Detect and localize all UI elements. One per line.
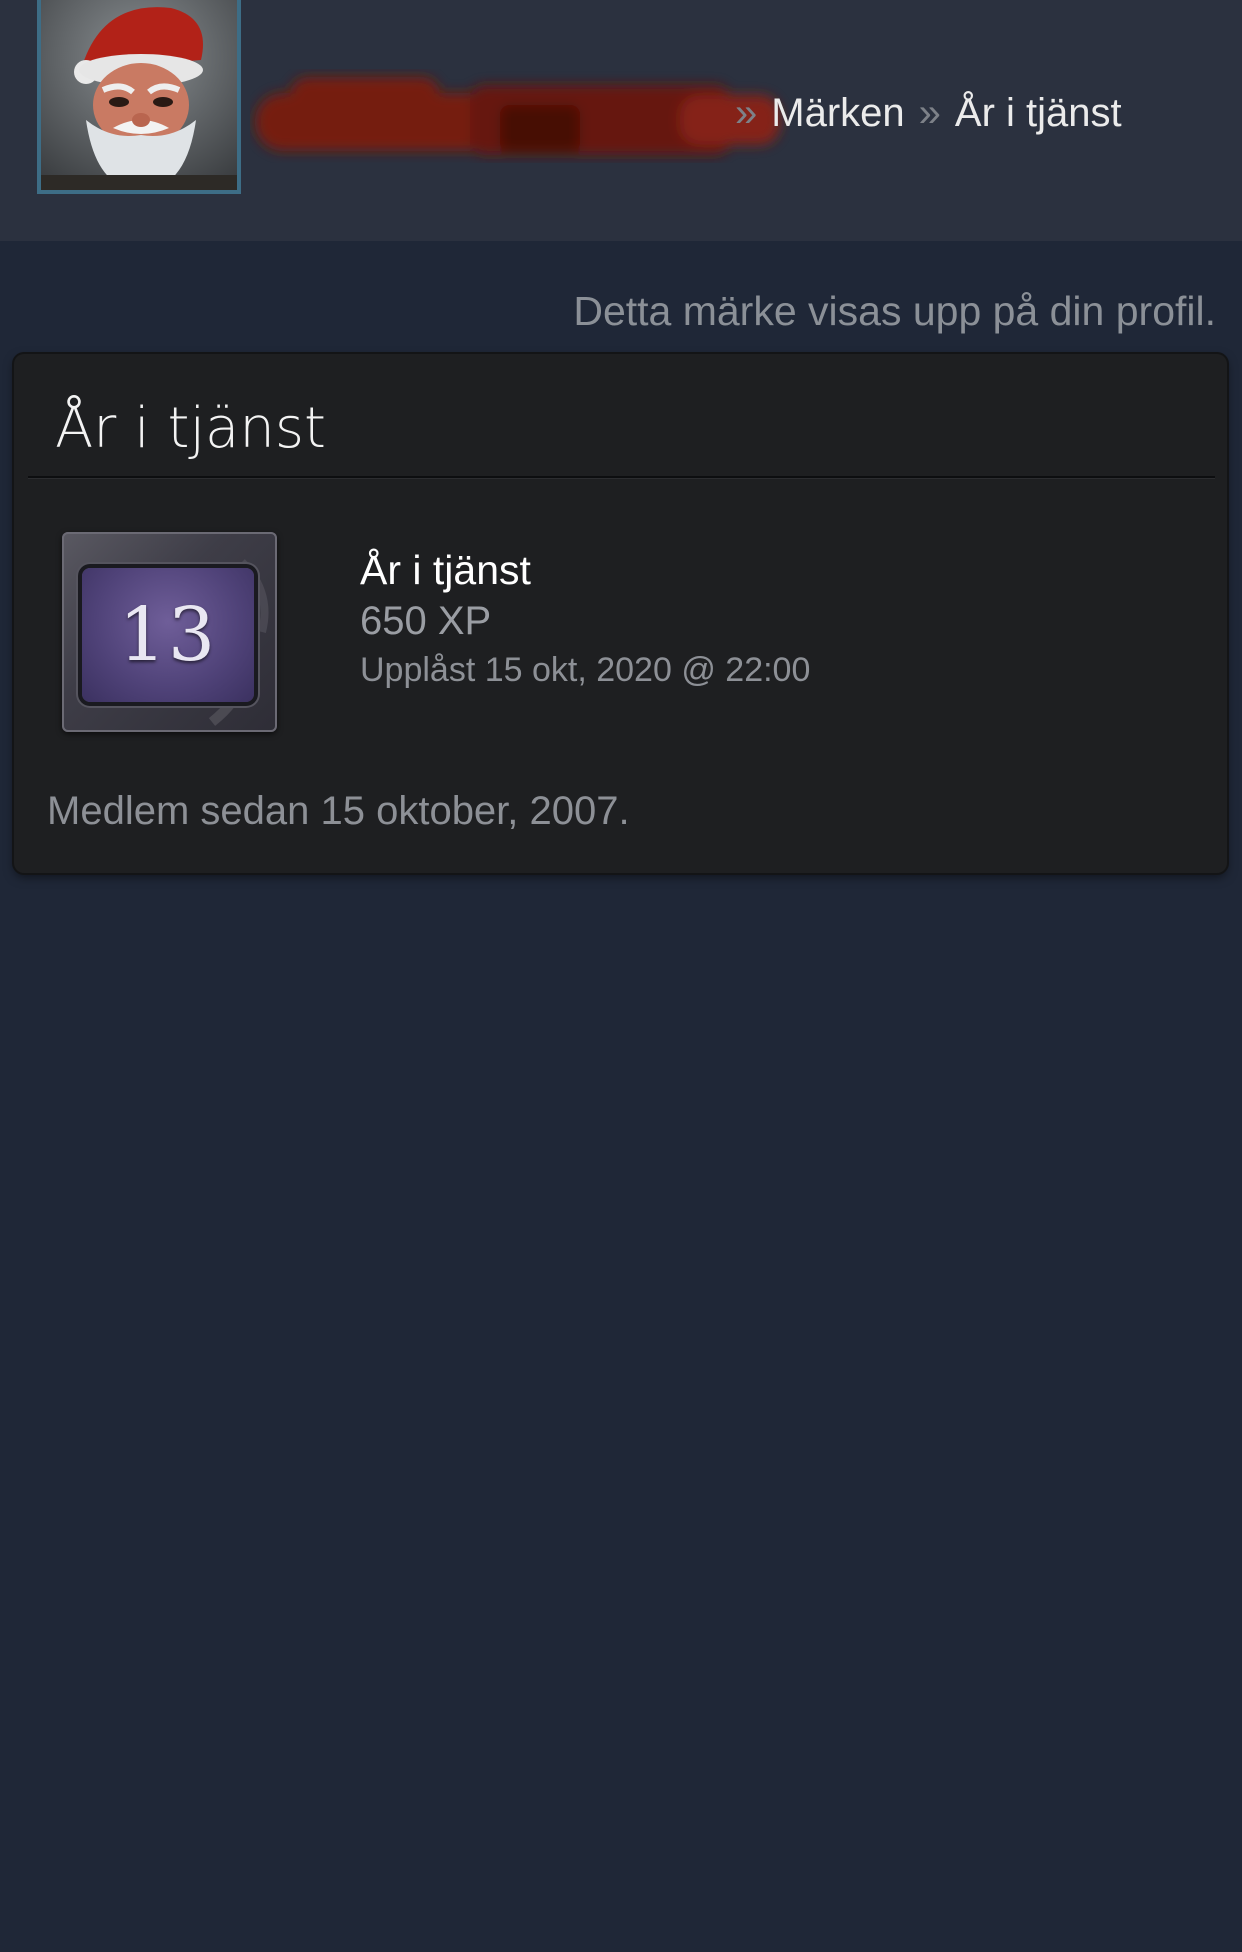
badge-icon: 13 xyxy=(62,532,277,732)
breadcrumb: » Märken » År i tjänst xyxy=(735,88,1122,138)
redacted-username xyxy=(255,77,780,155)
avatar-image xyxy=(41,0,237,190)
badge-panel: År i tjänst 13 År i tjänst 650 XP Upplås… xyxy=(14,354,1227,873)
badge-unlock-date: Upplåst 15 okt, 2020 @ 22:00 xyxy=(360,651,811,689)
breadcrumb-badges-link[interactable]: Märken xyxy=(771,91,904,135)
breadcrumb-separator: » xyxy=(918,91,941,135)
santa-avatar-icon xyxy=(41,0,237,190)
panel-divider xyxy=(28,476,1215,479)
badge-xp: 650 XP xyxy=(360,599,492,643)
badge-info: År i tjänst 650 XP Upplåst 15 okt, 2020 … xyxy=(360,544,810,692)
badge-years-number: 13 xyxy=(118,592,218,678)
breadcrumb-current-link[interactable]: År i tjänst xyxy=(955,91,1122,135)
profile-header: » Märken » År i tjänst xyxy=(0,0,1242,241)
member-since: Medlem sedan 15 oktober, 2007. xyxy=(47,789,630,833)
avatar[interactable] xyxy=(37,0,241,194)
panel-title: År i tjänst xyxy=(55,396,326,461)
badge-name: År i tjänst xyxy=(360,547,531,593)
badge-face: 13 xyxy=(82,568,254,702)
breadcrumb-separator: » xyxy=(735,91,758,135)
showcase-notice: Detta märke visas upp på din profil. xyxy=(573,288,1216,334)
